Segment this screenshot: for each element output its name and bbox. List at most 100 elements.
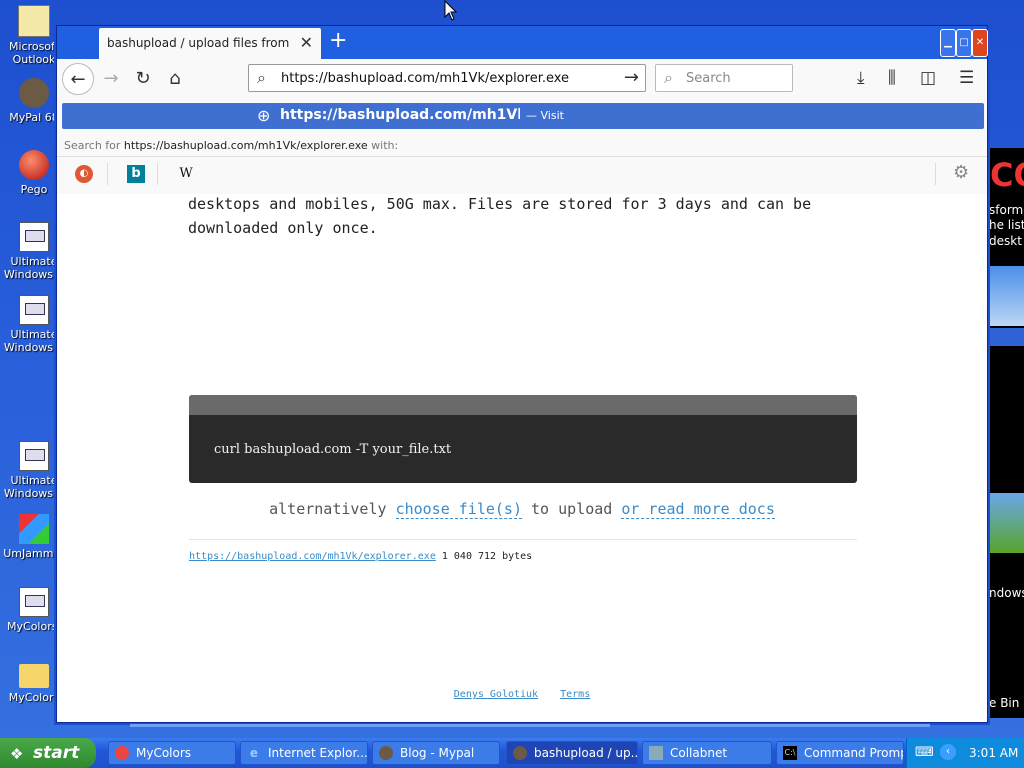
taskbar-button-label: Internet Explor... <box>268 746 368 760</box>
suggestion-url: https://bashupload.com/mh1Vk/explorer.ex… <box>280 107 520 123</box>
windows-flag-icon: ❖ <box>10 745 24 763</box>
go-arrow-icon[interactable]: → <box>624 67 639 88</box>
horizontal-scrollbar[interactable] <box>130 724 930 727</box>
cmd-icon: C:\ <box>783 746 797 760</box>
background-window-text: ndows <box>989 586 1024 600</box>
mycolors-icon <box>115 746 129 760</box>
search-for-prefix: Search for <box>64 139 121 152</box>
background-window-text: e Bin <box>989 696 1020 710</box>
downloads-icon[interactable]: ⤓ <box>857 68 865 88</box>
page-content: desktops and mobiles, 50G max. Files are… <box>57 194 987 722</box>
mouse-cursor-icon <box>444 0 458 21</box>
forward-button[interactable]: → <box>95 63 127 95</box>
mypal-icon <box>513 746 527 760</box>
library-icon[interactable]: ⫼ <box>888 68 896 88</box>
system-tray: ⌨ ‹ 3:01 AM <box>906 738 1024 768</box>
menu-icon[interactable]: ☰ <box>959 68 974 88</box>
wikipedia-icon[interactable]: W <box>177 165 195 183</box>
clock[interactable]: 3:01 AM <box>969 746 1018 760</box>
back-button[interactable]: ← <box>62 63 94 95</box>
start-label: start <box>33 743 80 763</box>
desktop-icon-label: Microsoft Outlook <box>8 40 60 66</box>
read-docs-link[interactable]: or read more docs <box>621 500 775 519</box>
author-link[interactable]: Denys Golotiuk <box>454 689 538 700</box>
background-window-text: he list. <box>989 218 1024 232</box>
close-window-button[interactable]: ✕ <box>972 29 988 57</box>
maximize-button[interactable]: □ <box>956 29 972 57</box>
folder-icon <box>19 664 49 688</box>
home-icon: ⌂ <box>169 68 181 89</box>
command-box: curl bashupload.com -T your_file.txt <box>189 395 857 483</box>
taskbar-button-mycolors[interactable]: MyColors <box>108 741 236 765</box>
taskbar-button-label: Blog - Mypal <box>400 746 475 760</box>
choose-files-link[interactable]: choose file(s) <box>395 500 522 519</box>
background-window[interactable]: CO sform he list. deskt ndows e Bin <box>988 148 1024 718</box>
url-input[interactable]: https://bashupload.com/mh1Vk/explorer.ex… <box>281 71 569 86</box>
background-window-titlebar <box>988 328 1024 346</box>
background-window-text: sform <box>989 203 1024 217</box>
navigation-toolbar: ← → ↻ ⌂ ⌕ https://bashupload.com/mh1Vk/e… <box>57 59 987 99</box>
suggestion-row-visit[interactable]: ⊕ https://bashupload.com/mh1Vk/explorer.… <box>62 103 984 129</box>
desktop-icon-label: MyColors <box>8 691 60 704</box>
reload-button[interactable]: ↻ <box>127 63 159 95</box>
keyboard-icon[interactable]: ⌨ <box>915 745 934 760</box>
close-tab-icon[interactable]: ✕ <box>300 33 313 52</box>
file-link[interactable]: https://bashupload.com/mh1Vk/explorer.ex… <box>189 551 436 562</box>
background-window-image <box>988 266 1024 326</box>
mypal-icon <box>379 746 393 760</box>
search-input[interactable]: Search <box>686 71 731 86</box>
ie-icon: e <box>249 746 259 760</box>
alt-prefix: alternatively <box>269 500 387 518</box>
alt-middle: to upload <box>531 500 613 518</box>
search-bar[interactable]: ⌕ Search <box>655 64 793 92</box>
browser-window: bashupload / upload files from command ✕… <box>56 25 988 723</box>
divider <box>107 163 108 185</box>
url-bar[interactable]: ⌕ https://bashupload.com/mh1Vk/explorer.… <box>248 64 646 92</box>
search-for-suffix: with: <box>371 139 399 152</box>
desktop-icon-label: MyColors. <box>7 620 61 633</box>
divider <box>935 163 936 185</box>
new-tab-button[interactable]: + <box>329 28 347 53</box>
taskbar-button-collabnet[interactable]: Collabnet <box>642 741 772 765</box>
title-bar: bashupload / upload files from command ✕… <box>57 26 988 59</box>
alternative-line: alternatively choose file(s) to upload o… <box>57 500 987 519</box>
file-size: 1 040 712 bytes <box>441 551 533 562</box>
collabnet-icon <box>649 746 663 760</box>
gear-icon[interactable]: ⚙ <box>953 162 969 183</box>
taskbar-button-bashupload[interactable]: bashupload / up... <box>506 741 638 765</box>
divider <box>157 163 158 185</box>
url-suggestions-dropdown: ⊕ https://bashupload.com/mh1Vk/explorer.… <box>57 99 987 195</box>
start-button[interactable]: ❖ start <box>0 738 96 768</box>
umjammer-icon <box>19 514 49 544</box>
terms-link[interactable]: Terms <box>560 689 590 700</box>
red-ball-icon <box>19 150 49 180</box>
search-icon: ⌕ <box>664 68 673 87</box>
sidebar-icon[interactable]: ◫ <box>920 68 936 88</box>
home-button[interactable]: ⌂ <box>159 63 191 95</box>
command-box-header <box>189 395 857 415</box>
duckduckgo-icon[interactable]: ◐ <box>75 165 93 183</box>
taskbar-button-blog-mypal[interactable]: Blog - Mypal <box>372 741 500 765</box>
raccoon-icon <box>19 78 49 108</box>
search-icon: ⌕ <box>257 68 266 87</box>
taskbar-button-internet-explorer[interactable]: e Internet Explor... <box>240 741 368 765</box>
document-icon <box>19 587 49 617</box>
taskbar-button-command-prompt[interactable]: C:\ Command Prompt <box>776 741 904 765</box>
taskbar-button-label: Command Prompt <box>804 746 904 760</box>
taskbar-button-label: Collabnet <box>670 746 728 760</box>
forward-arrow-icon: → <box>103 68 119 89</box>
taskbar-button-label: bashupload / up... <box>534 746 638 760</box>
search-engine-row: ◐ b W ⚙ <box>57 156 987 193</box>
footer: Denys Golotiuk Terms <box>57 689 987 700</box>
divider <box>189 539 857 540</box>
document-icon <box>19 441 49 471</box>
intro-text: desktops and mobiles, 50G max. Files are… <box>188 195 812 237</box>
document-icon <box>19 222 49 252</box>
minimize-button[interactable]: ▁ <box>940 29 956 57</box>
tab-bashupload[interactable]: bashupload / upload files from command ✕ <box>99 28 321 59</box>
search-for-text: Search for https://bashupload.com/mh1Vk/… <box>64 139 398 152</box>
uploaded-file-line: https://bashupload.com/mh1Vk/explorer.ex… <box>189 551 532 562</box>
curl-command: curl bashupload.com -T your_file.txt <box>214 442 452 457</box>
chevron-left-icon[interactable]: ‹ <box>940 744 956 760</box>
bing-icon[interactable]: b <box>127 165 145 183</box>
